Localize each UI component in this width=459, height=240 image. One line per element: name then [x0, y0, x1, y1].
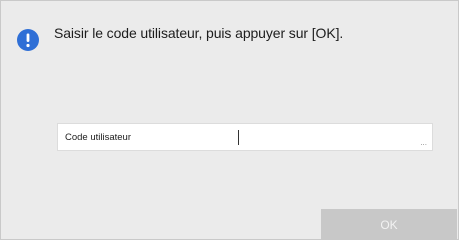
user-code-input[interactable]: ...: [238, 124, 432, 150]
dialog-header: Saisir le code utilisateur, puis appuyer…: [1, 1, 458, 61]
user-code-label: Code utilisateur: [65, 132, 132, 143]
ok-button[interactable]: OK: [321, 209, 457, 240]
more-indicator: ...: [420, 138, 427, 147]
text-caret: [238, 130, 239, 145]
exclamation-icon: [17, 29, 39, 51]
user-code-dialog: Saisir le code utilisateur, puis appuyer…: [0, 0, 459, 240]
user-code-field-row: Code utilisateur ...: [57, 123, 433, 151]
dialog-message: Saisir le code utilisateur, puis appuyer…: [54, 25, 344, 41]
